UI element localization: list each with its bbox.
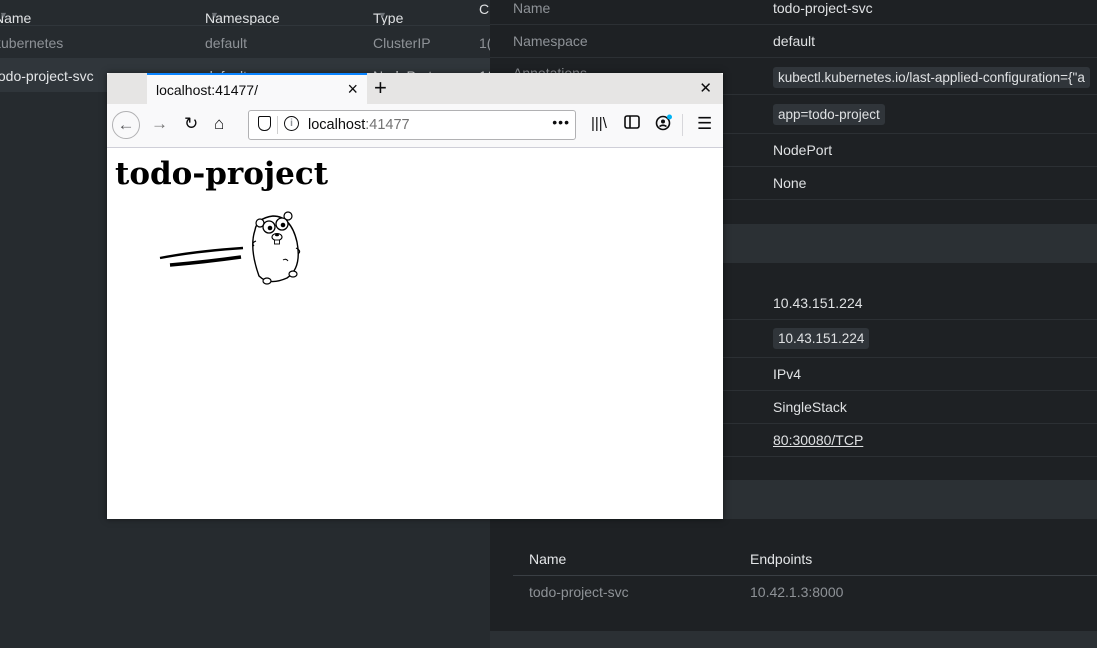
section-header-events [490,631,1097,648]
port-link[interactable]: 80:30080/TCP [773,432,863,448]
detail-value: 10.43.151.224 [773,295,863,311]
reload-icon[interactable]: ↻ [184,114,198,134]
detail-row-namespace: Namespace default [490,25,1097,58]
page-content: todo-project [107,148,723,519]
divider [277,116,278,134]
gopher-image [159,211,301,285]
service-name: kubernetes [0,35,64,51]
service-name: todo-project-svc [0,68,94,84]
close-tab-icon[interactable]: × [347,79,358,100]
detail-label: Name [513,0,551,16]
detail-value: None [773,175,807,191]
column-header-cluster-ip[interactable]: C [479,1,490,17]
url-bar[interactable]: i localhost:41477 ••• [248,110,576,140]
detail-value: SingleStack [773,399,847,415]
service-cluster-ip: 1( [479,35,490,51]
endpoint-name: todo-project-svc [529,584,629,600]
list-header: Name▼ Namespace▼ Type▼ C [0,1,490,26]
table-row[interactable]: kubernetes default ClusterIP 1( [0,25,490,59]
annotation-chip: kubectl.kubernetes.io/last-applied-confi… [773,67,1090,88]
tab-title: localhost:41477/ [156,82,258,98]
endpoints-header-endpoints: Endpoints [750,551,813,567]
forward-icon[interactable]: → [151,114,168,134]
service-type: ClusterIP [373,35,431,51]
detail-row-name: Name todo-project-svc [490,0,1097,25]
close-icon[interactable]: ✕ [699,79,712,97]
navigation-toolbar: ← → ↻ ⌂ i localhost:41477 ••• |||\ ☰ [107,104,723,148]
home-icon[interactable]: ⌂ [214,114,224,134]
page-actions-icon[interactable]: ••• [552,114,570,130]
page-heading: todo-project [115,156,329,192]
url-text[interactable]: localhost:41477 [308,117,410,133]
menu-icon[interactable]: ☰ [697,114,712,134]
divider [682,114,683,136]
detail-value: todo-project-svc [773,0,873,16]
detail-label: Namespace [513,33,588,49]
detail-value: NodePort [773,142,833,158]
detail-value: default [773,33,816,49]
new-tab-icon[interactable]: + [374,75,387,101]
detail-value: IPv4 [773,366,802,382]
selector-chip: app=todo-project [773,104,885,125]
account-icon[interactable] [655,114,673,137]
cluster-ip-chip: 10.43.151.224 [773,328,870,349]
divider [513,575,1097,576]
shield-icon[interactable] [258,116,271,131]
browser-tab[interactable]: localhost:41477/ × [147,73,367,104]
browser-window: localhost:41477/ × + ✕ ← → ↻ ⌂ i localho… [107,73,723,519]
tab-strip: localhost:41477/ × + ✕ [107,73,723,104]
endpoints-header-name: Name [529,551,567,567]
sidebar-icon[interactable] [624,114,640,134]
service-namespace: default [205,35,248,51]
back-icon[interactable]: ← [112,111,140,139]
endpoint-address: 10.42.1.3:8000 [750,584,844,600]
info-icon[interactable]: i [284,116,299,131]
library-icon[interactable]: |||\ [591,114,607,134]
